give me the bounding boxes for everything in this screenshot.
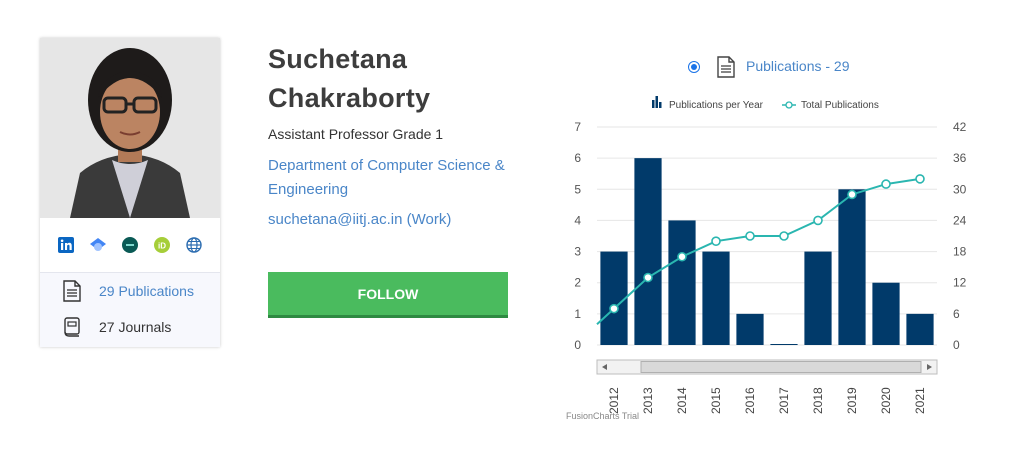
y-right-tick-label: 18: [953, 245, 967, 259]
journal-book-icon: [60, 315, 84, 339]
profile-card: iD 29 Publications 27 Journals: [40, 38, 220, 347]
publications-stat[interactable]: 29 Publications: [40, 273, 220, 309]
researchgate-icon[interactable]: [121, 236, 139, 254]
name-last: Chakraborty: [268, 83, 431, 113]
line-point[interactable]: [609, 303, 619, 314]
publications-count-link[interactable]: 29 Publications: [99, 283, 194, 299]
chart-bar[interactable]: [838, 189, 866, 345]
y-right-tick-label: 0: [953, 338, 960, 352]
y-left-tick-label: 2: [574, 276, 581, 290]
legend-label-bar[interactable]: Publications per Year: [669, 100, 764, 111]
line-point[interactable]: [677, 251, 687, 262]
y-right-tick-label: 36: [953, 151, 967, 165]
y-right-tick-label: 12: [953, 276, 967, 290]
email-link[interactable]: suchetana@iitj.ac.in (Work): [268, 211, 451, 228]
x-tick-label: 2012: [607, 387, 621, 414]
chart-bar[interactable]: [770, 344, 798, 345]
line-point[interactable]: [745, 231, 755, 241]
legend-label-line[interactable]: Total Publications: [801, 100, 879, 111]
social-links: iD: [40, 218, 220, 272]
x-tick-label: 2015: [709, 387, 723, 414]
legend-line-swatch: [785, 101, 793, 109]
svg-text:iD: iD: [158, 242, 166, 251]
line-point[interactable]: [881, 179, 891, 189]
chart-bar[interactable]: [668, 220, 696, 345]
website-globe-icon[interactable]: [185, 236, 203, 254]
journals-count: 27 Journals: [99, 319, 172, 335]
legend-bar-swatch: [659, 102, 662, 108]
x-tick-label: 2013: [641, 387, 655, 414]
y-left-tick-label: 4: [574, 213, 581, 227]
chart-watermark: FusionCharts Trial: [566, 411, 640, 421]
chart-bar[interactable]: [600, 251, 628, 345]
google-scholar-icon[interactable]: [89, 236, 107, 254]
department-link[interactable]: Department of Computer Science & Enginee…: [268, 154, 528, 202]
document-icon: [717, 56, 735, 78]
x-tick-label: 2017: [777, 387, 791, 414]
chart-bar[interactable]: [804, 251, 832, 345]
x-tick-label: 2021: [913, 387, 927, 414]
publications-title[interactable]: Publications - 29: [746, 58, 850, 74]
y-left-tick-label: 7: [574, 120, 581, 134]
profile-stats: 29 Publications 27 Journals: [40, 272, 220, 347]
x-tick-label: 2014: [675, 387, 689, 414]
chart-bar[interactable]: [634, 158, 662, 345]
line-point[interactable]: [915, 174, 925, 184]
orcid-icon[interactable]: iD: [153, 236, 171, 254]
line-point[interactable]: [779, 231, 789, 241]
legend-bar-swatch: [655, 96, 658, 108]
y-left-tick-label: 3: [574, 245, 581, 259]
x-tick-label: 2016: [743, 387, 757, 414]
profile-name: Suchetana Chakraborty: [268, 40, 528, 118]
job-title: Assistant Professor Grade 1: [268, 126, 444, 142]
y-left-tick-label: 1: [574, 307, 581, 321]
y-left-tick-label: 0: [574, 338, 581, 352]
document-icon: [60, 279, 84, 303]
legend-bar-swatch: [652, 100, 655, 108]
y-right-tick-label: 30: [953, 182, 967, 196]
x-tick-label: 2018: [811, 387, 825, 414]
follow-button[interactable]: FOLLOW: [268, 272, 508, 318]
publications-chart: 0 0 1 6 2 12 3 18 4 24 5 30 6 36 7 42 Publications per Y…: [574, 96, 967, 414]
x-tick-label: 2019: [845, 387, 859, 414]
chart-bar[interactable]: [702, 251, 730, 345]
chart-bar[interactable]: [906, 313, 934, 345]
y-left-tick-label: 5: [574, 182, 581, 196]
y-right-tick-label: 42: [953, 120, 967, 134]
linkedin-icon[interactable]: [57, 236, 75, 254]
name-first: Suchetana: [268, 44, 408, 74]
line-point[interactable]: [813, 215, 823, 226]
x-tick-label: 2020: [879, 387, 893, 414]
profile-photo: [40, 38, 220, 218]
publications-radio[interactable]: [688, 61, 700, 73]
line-point[interactable]: [643, 272, 653, 283]
line-point[interactable]: [847, 189, 857, 200]
chart-scrollbar-thumb[interactable]: [640, 361, 922, 373]
line-point[interactable]: [711, 236, 721, 246]
y-left-tick-label: 6: [574, 151, 581, 165]
chart-bar[interactable]: [736, 313, 764, 345]
y-right-tick-label: 6: [953, 307, 960, 321]
journals-stat: 27 Journals: [40, 309, 220, 345]
y-right-tick-label: 24: [953, 213, 967, 227]
chart-bar[interactable]: [872, 282, 900, 345]
